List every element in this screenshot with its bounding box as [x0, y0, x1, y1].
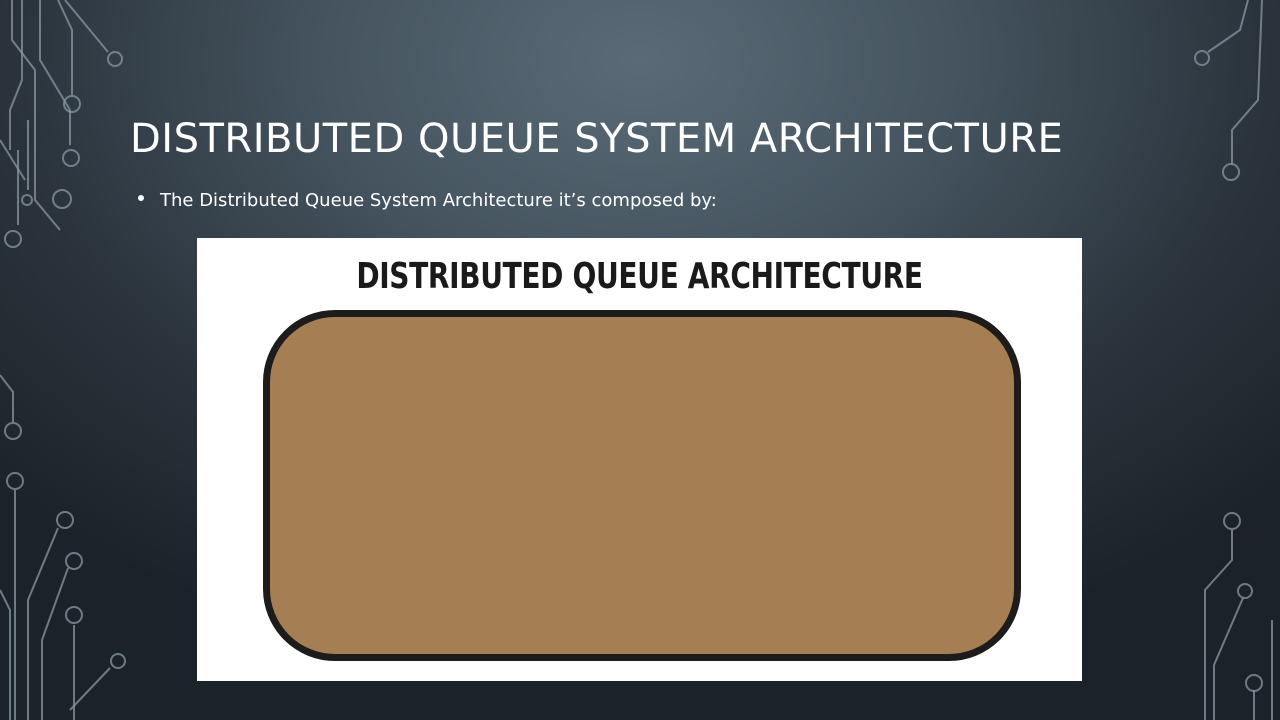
right-top-circuit-icon — [1194, 0, 1263, 181]
left-top-circuit-icon — [0, 0, 123, 248]
bullet-item: The Distributed Queue System Architectur… — [138, 190, 717, 211]
bullet-dot-icon — [138, 194, 144, 201]
left-bottom-circuit-icon — [0, 374, 126, 720]
queue-container-box — [263, 310, 1021, 661]
slide-title: DISTRIBUTED QUEUE SYSTEM ARCHITECTURE — [130, 116, 1064, 162]
architecture-figure: DISTRIBUTED QUEUE ARCHITECTURE — [197, 238, 1082, 681]
bullet-text: The Distributed Queue System Architectur… — [160, 190, 717, 211]
right-bottom-circuit-icon — [1204, 512, 1273, 720]
figure-title: DISTRIBUTED QUEUE ARCHITECTURE — [356, 256, 923, 297]
